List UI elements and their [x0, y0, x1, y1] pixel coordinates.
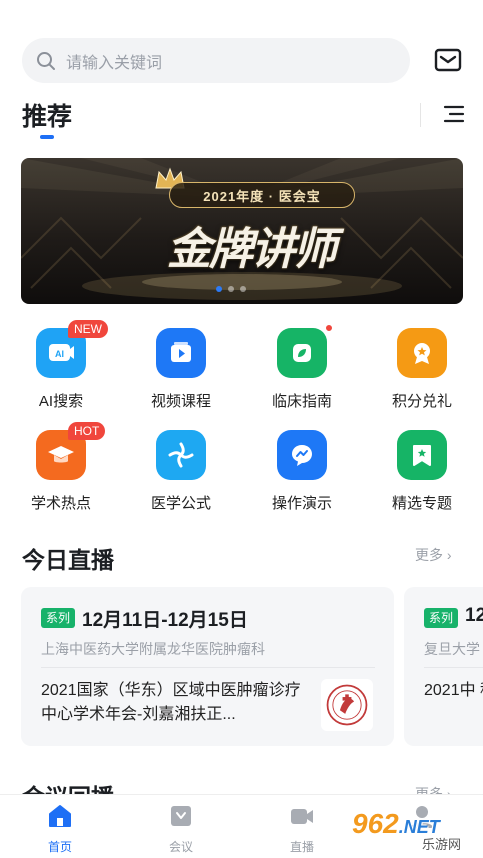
live-camera-icon	[291, 809, 313, 824]
operation-demo-icon	[277, 430, 327, 480]
video-course-icon	[156, 328, 206, 378]
shortcut-ai-search[interactable]: AI NEW AI搜索	[16, 320, 108, 412]
live-description: 2021中 科新理论	[424, 682, 483, 699]
shortcut-medical-formula[interactable]: 医学公式	[136, 424, 226, 514]
shortcut-label: 精选专题	[391, 495, 452, 512]
notification-dot	[325, 324, 333, 332]
tab-label: 会议	[168, 840, 193, 854]
live-more-link[interactable]: 更多 ›	[415, 545, 452, 565]
shortcut-operation-demo[interactable]: 操作演示	[257, 424, 347, 514]
svg-text:AI: AI	[55, 349, 64, 359]
tab-meeting[interactable]: 会议	[141, 803, 221, 855]
tab-live[interactable]: 直播	[262, 803, 342, 855]
search-icon	[37, 51, 55, 70]
live-date: 12月11日-12月15日	[82, 610, 248, 631]
shortcut-academic-hot[interactable]: HOT 学术热点	[16, 422, 106, 514]
card-divider	[424, 667, 483, 668]
hot-badge: HOT	[68, 422, 106, 440]
shortcut-label: 操作演示	[271, 495, 332, 512]
recommend-indicator	[40, 135, 54, 139]
recommend-title[interactable]: 推荐	[22, 97, 72, 133]
search-input[interactable]: 请输入关键词	[22, 38, 410, 83]
series-tag: 系列	[424, 608, 459, 628]
shortcut-label: 医学公式	[150, 495, 211, 512]
carousel-dots	[216, 286, 246, 292]
card-divider	[41, 667, 375, 668]
home-icon	[49, 805, 71, 827]
shortcut-featured-topic[interactable]: 精选专题	[377, 424, 467, 514]
tab-home[interactable]: 首页	[20, 803, 100, 855]
shortcut-label: 学术热点	[30, 495, 91, 512]
clinical-guide-icon	[277, 328, 327, 378]
live-card[interactable]: 系列 12月11日-12月15日 上海中医药大学附属龙华医院肿瘤科 2021国家…	[21, 587, 394, 746]
message-icon[interactable]	[434, 46, 462, 74]
shortcut-clinical-guide[interactable]: 临床指南	[257, 322, 347, 412]
top-bar: 请输入关键词	[0, 0, 483, 100]
shortcut-label: 临床指南	[271, 393, 332, 410]
watermark-caption: 乐游网	[420, 834, 464, 853]
new-badge: NEW	[68, 320, 108, 338]
featured-topic-icon	[397, 430, 447, 480]
live-card[interactable]: 系列 12 复旦大学 2021中 科新理论	[404, 587, 483, 746]
promo-banner[interactable]: 2021年度 · 医会宝 金牌讲师	[21, 158, 463, 304]
shortcut-video-course[interactable]: 视频课程	[136, 322, 226, 412]
points-gift-icon	[397, 328, 447, 378]
header-divider	[420, 103, 421, 127]
carousel-dot[interactable]	[228, 286, 234, 292]
menu-icon[interactable]	[443, 104, 465, 124]
shortcut-label: 积分兑礼	[391, 393, 452, 410]
carousel-dot[interactable]	[216, 286, 222, 292]
banner-year-label: 2021年度 · 医会宝	[169, 182, 355, 208]
carousel-dot[interactable]	[240, 286, 246, 292]
live-date: 12	[465, 605, 483, 626]
hospital-logo-icon	[321, 679, 373, 731]
tab-label: 首页	[47, 840, 72, 854]
shortcut-points-gift[interactable]: 积分兑礼	[377, 322, 467, 412]
shortcut-label: AI搜索	[38, 393, 84, 410]
live-organizer: 复旦大学	[424, 641, 480, 657]
medical-formula-icon	[156, 430, 206, 480]
banner-headline: 金牌讲师	[167, 224, 337, 275]
series-tag: 系列	[41, 608, 76, 628]
search-placeholder: 请输入关键词	[66, 54, 163, 72]
tab-label: 直播	[289, 840, 314, 854]
live-today-title: 今日直播	[22, 547, 114, 573]
live-description: 2021国家（华东）区域中医肿瘤诊疗中心学术年会-刘嘉湘扶正...	[41, 682, 301, 723]
meeting-icon	[171, 806, 191, 826]
live-organizer: 上海中医药大学附属龙华医院肿瘤科	[41, 641, 265, 657]
shortcut-label: 视频课程	[150, 393, 211, 410]
